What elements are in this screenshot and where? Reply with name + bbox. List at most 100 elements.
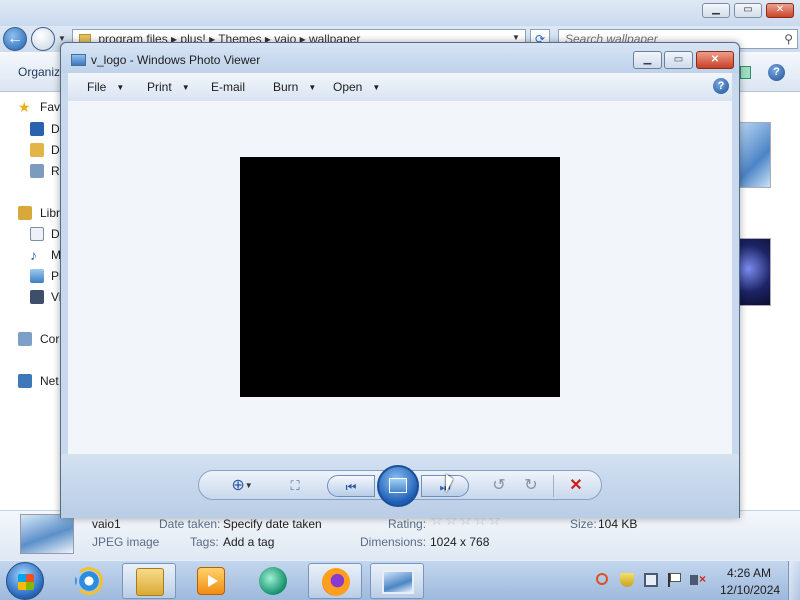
delete-icon[interactable]: ✕ <box>563 475 589 497</box>
maximize-button[interactable]: ▭ <box>664 51 693 69</box>
tags-value[interactable]: Add a tag <box>223 535 274 549</box>
windows-start-icon[interactable] <box>6 562 44 600</box>
image-canvas <box>68 101 732 454</box>
desktop-icon <box>30 122 44 136</box>
chevron-down-icon: ▼ <box>181 83 190 92</box>
internet-explorer-icon <box>75 567 103 595</box>
organize-button[interactable]: Organiz <box>18 65 60 79</box>
search-icon[interactable]: ⚲ <box>784 32 793 46</box>
menu-burn[interactable]: Burn ▼ <box>273 80 316 94</box>
chevron-down-icon: ▼ <box>372 83 381 92</box>
minimize-button[interactable]: ▁ <box>633 51 662 69</box>
help-icon[interactable]: ? <box>713 78 729 94</box>
slideshow-screen-glyph <box>389 478 407 493</box>
show-desktop-button[interactable] <box>788 561 800 600</box>
zoom-icon[interactable]: ⊕▼ <box>225 475 259 497</box>
clock-date[interactable]: 12/10/2024 <box>720 583 780 597</box>
controls-divider <box>553 475 554 497</box>
taskbar-firefox[interactable] <box>308 563 362 599</box>
nav-item-label: Libr <box>40 206 61 220</box>
photo-viewer-window: v_logo - Windows Photo Viewer ▁ ▭ ✕ File… <box>60 42 740 518</box>
window-title: v_logo - Windows Photo Viewer <box>91 53 261 67</box>
change-view-icon[interactable] <box>740 66 751 79</box>
mouse-pointer-icon <box>446 474 453 493</box>
chevron-down-icon: ▼ <box>308 83 317 92</box>
back-arrow-icon[interactable]: ← <box>3 27 27 51</box>
controls-pill: ⊕▼ ⛶ ⏮ ⏭ ↺ ↻ ✕ <box>198 465 602 507</box>
forward-arrow-icon[interactable] <box>31 27 55 51</box>
wallpaper-thumbnail[interactable] <box>738 122 771 188</box>
close-button[interactable]: ✕ <box>696 51 734 69</box>
next-icon[interactable]: ⏭ <box>421 475 469 497</box>
size-value: 104 KB <box>598 517 638 531</box>
nav-item-label: D <box>51 122 60 136</box>
actual-size-icon[interactable]: ⛶ <box>283 475 307 497</box>
photo-viewer-icon <box>71 54 86 66</box>
taskbar-file-explorer[interactable] <box>122 563 176 599</box>
network-icon[interactable] <box>644 573 658 587</box>
taskbar: 4:26 AM 12/10/2024 <box>0 560 800 600</box>
documents-icon <box>30 227 44 241</box>
nav-item-label: Fav <box>40 100 61 114</box>
file-type: JPEG image <box>92 535 160 549</box>
menu-file[interactable]: File ▼ <box>87 80 124 94</box>
file-thumbnail <box>20 514 74 554</box>
date-taken-value[interactable]: Specify date taken <box>223 517 322 531</box>
nav-item-label: Cor <box>40 332 60 346</box>
menu-label: E-mail <box>211 80 246 94</box>
clock-time[interactable]: 4:26 AM <box>720 566 778 580</box>
menu-label: Burn <box>273 80 299 94</box>
explorer-help-icon[interactable]: ? <box>768 64 785 81</box>
menu-open[interactable]: Open ▼ <box>333 80 380 94</box>
file-explorer-icon <box>136 568 164 596</box>
playback-controls-bar: ⊕▼ ⛶ ⏮ ⏭ ↺ ↻ ✕ <box>61 454 739 518</box>
recent-places-icon <box>30 164 44 178</box>
photo-viewer-menubar: File ▼ Print ▼ E-mail Burn ▼ Open ▼ ? <box>68 73 732 101</box>
photo-viewer-titlebar[interactable]: v_logo - Windows Photo Viewer ▁ ▭ ✕ <box>61 43 739 73</box>
nav-item-label: Net <box>40 374 59 388</box>
nav-item-label: D <box>51 143 60 157</box>
displayed-photo[interactable] <box>240 157 560 397</box>
taskbar-internet-explorer[interactable] <box>62 563 116 599</box>
menu-email[interactable]: E-mail <box>211 80 245 94</box>
slideshow-icon[interactable] <box>377 465 419 507</box>
dimensions-value: 1024 x 768 <box>430 535 490 549</box>
firefox-icon <box>322 568 350 596</box>
rotate-left-icon[interactable]: ↺ <box>487 475 511 497</box>
search-icon[interactable] <box>596 573 608 585</box>
action-center-flag-icon[interactable] <box>668 573 681 587</box>
dimensions-label: Dimensions: <box>360 535 427 549</box>
volume-muted-icon[interactable] <box>690 572 706 586</box>
taskbar-photo-viewer[interactable] <box>370 563 424 599</box>
size-label: Size: <box>570 517 597 531</box>
app-icon <box>259 567 287 595</box>
security-shield-icon[interactable] <box>620 573 634 587</box>
tags-label: Tags: <box>190 535 219 549</box>
system-tray: 4:26 AM 12/10/2024 <box>590 561 800 600</box>
file-name: vaio1 <box>92 517 121 531</box>
navigation-pane: ★ Fav D D Re Libr D ♪ M Pi Vi Cor Net <box>0 92 66 510</box>
menu-label: File <box>87 80 107 94</box>
previous-icon[interactable]: ⏮ <box>327 475 375 497</box>
star-icon: ★ <box>18 99 31 115</box>
downloads-folder-icon <box>30 143 44 157</box>
date-taken-label: Date taken: <box>159 517 221 531</box>
network-icon <box>18 374 32 388</box>
explorer-maximize-button[interactable]: ▭ <box>734 3 762 18</box>
wallpaper-thumbnail[interactable] <box>738 238 771 306</box>
taskbar-green-app[interactable] <box>246 563 300 599</box>
pictures-icon <box>30 269 44 283</box>
videos-icon <box>30 290 44 304</box>
menu-print[interactable]: Print ▼ <box>147 80 190 94</box>
media-player-icon <box>197 567 225 595</box>
rating-label: Rating: <box>388 517 427 531</box>
nav-item-label: D <box>51 227 60 241</box>
explorer-close-button[interactable]: ✕ <box>766 3 794 18</box>
libraries-icon <box>18 206 32 220</box>
music-icon: ♪ <box>30 247 37 263</box>
menu-label: Open <box>333 80 363 94</box>
rotate-right-icon[interactable]: ↻ <box>519 475 543 497</box>
explorer-minimize-button[interactable]: ▁ <box>702 3 730 18</box>
taskbar-media-player[interactable] <box>184 563 238 599</box>
menu-label: Print <box>147 80 172 94</box>
